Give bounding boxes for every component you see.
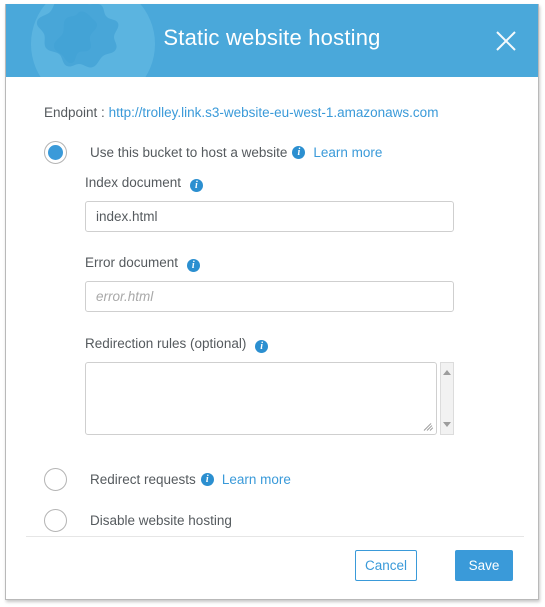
error-document-input[interactable]: [85, 281, 454, 312]
redirection-rules-textarea[interactable]: [85, 362, 437, 435]
dialog-title: Static website hosting: [163, 25, 381, 50]
radio-label-use-bucket: Use this bucket to host a website: [90, 145, 288, 160]
endpoint-row: Endpoint : http://trolley.link.s3-websit…: [44, 105, 438, 120]
radio-use-bucket[interactable]: [44, 141, 67, 164]
radio-row-disable-hosting[interactable]: Disable website hosting: [44, 509, 232, 532]
error-document-label: Error document i: [85, 255, 454, 272]
redirection-rules-label: Redirection rules (optional) i: [85, 336, 454, 353]
redirection-rules-label-text: Redirection rules (optional): [85, 336, 247, 351]
index-document-group: Index document i: [85, 175, 454, 232]
dialog-header: Static website hosting: [6, 4, 538, 77]
radio-label-redirect-requests: Redirect requests: [90, 472, 196, 487]
dialog-body: Endpoint : http://trolley.link.s3-websit…: [6, 77, 538, 534]
static-website-hosting-dialog: Static website hosting Endpoint : http:/…: [5, 4, 539, 600]
redirection-rules-group: Redirection rules (optional) i: [85, 336, 454, 435]
radio-disable-hosting[interactable]: [44, 509, 67, 532]
index-document-input[interactable]: [85, 201, 454, 232]
index-document-label-text: Index document: [85, 175, 182, 190]
info-icon-index-document[interactable]: i: [189, 179, 203, 192]
dialog-footer: Cancel Save: [6, 537, 538, 599]
scroll-down-arrow-icon[interactable]: [443, 422, 451, 427]
index-document-label: Index document i: [85, 175, 454, 192]
learn-more-link-use-bucket[interactable]: Learn more: [313, 145, 382, 160]
learn-more-link-redirect-requests[interactable]: Learn more: [222, 472, 291, 487]
info-icon-redirection-rules[interactable]: i: [255, 340, 269, 353]
endpoint-label: Endpoint :: [44, 105, 105, 120]
info-icon-use-bucket[interactable]: i: [292, 146, 306, 159]
radio-row-use-bucket[interactable]: Use this bucket to host a website i Lear…: [44, 141, 382, 164]
error-document-group: Error document i: [85, 255, 454, 312]
info-icon-redirect-requests[interactable]: i: [200, 473, 214, 486]
redirection-rules-scrollbar[interactable]: [440, 362, 454, 435]
radio-redirect-requests[interactable]: [44, 468, 67, 491]
scroll-up-arrow-icon[interactable]: [443, 370, 451, 375]
redirection-rules-textarea-wrap: [85, 362, 454, 435]
close-icon[interactable]: [491, 26, 521, 56]
radio-row-redirect-requests[interactable]: Redirect requests i Learn more: [44, 468, 291, 491]
info-icon-error-document[interactable]: i: [186, 259, 200, 272]
error-document-label-text: Error document: [85, 255, 179, 270]
radio-label-disable-hosting: Disable website hosting: [90, 513, 232, 528]
cancel-button[interactable]: Cancel: [355, 550, 417, 581]
save-button[interactable]: Save: [455, 550, 513, 581]
endpoint-url-link[interactable]: http://trolley.link.s3-website-eu-west-1…: [109, 105, 439, 120]
